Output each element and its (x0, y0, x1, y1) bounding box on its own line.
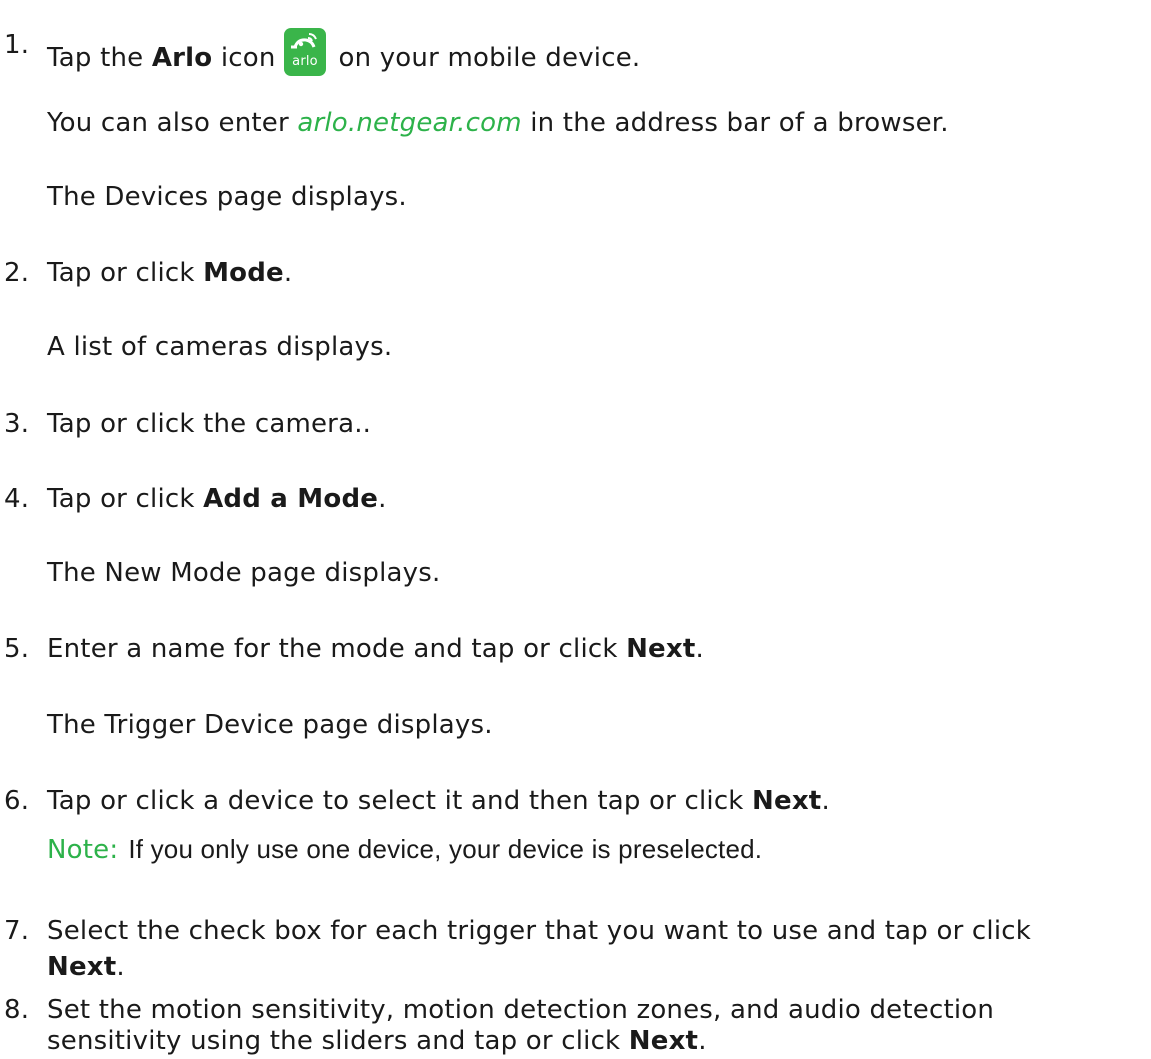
bold-term: Next (47, 952, 117, 982)
note-label: Note: (47, 835, 119, 865)
step-number: 4. (4, 484, 30, 514)
bold-term: Mode (203, 258, 284, 288)
bold-term: Add a Mode (203, 484, 379, 514)
bold-term: Next (628, 1026, 699, 1056)
step-number: 3. (4, 409, 30, 439)
arlo-app-icon: arlo (284, 28, 326, 76)
bold-term: Next (626, 634, 696, 664)
bold-term: Next (752, 786, 822, 816)
step-number: 6. (4, 786, 30, 816)
bold-term: Arlo (151, 43, 213, 73)
arlo-icon-word: arlo (292, 54, 318, 69)
url-link[interactable]: arlo.netgear.com (297, 108, 521, 138)
step-number: 8. (4, 995, 30, 1025)
step-number: 2. (4, 258, 30, 288)
note-text: If you only use one device, your device … (128, 834, 763, 864)
step-number: 7. (4, 916, 30, 946)
step-number: 1. (4, 30, 30, 60)
step-number: 5. (4, 634, 30, 664)
